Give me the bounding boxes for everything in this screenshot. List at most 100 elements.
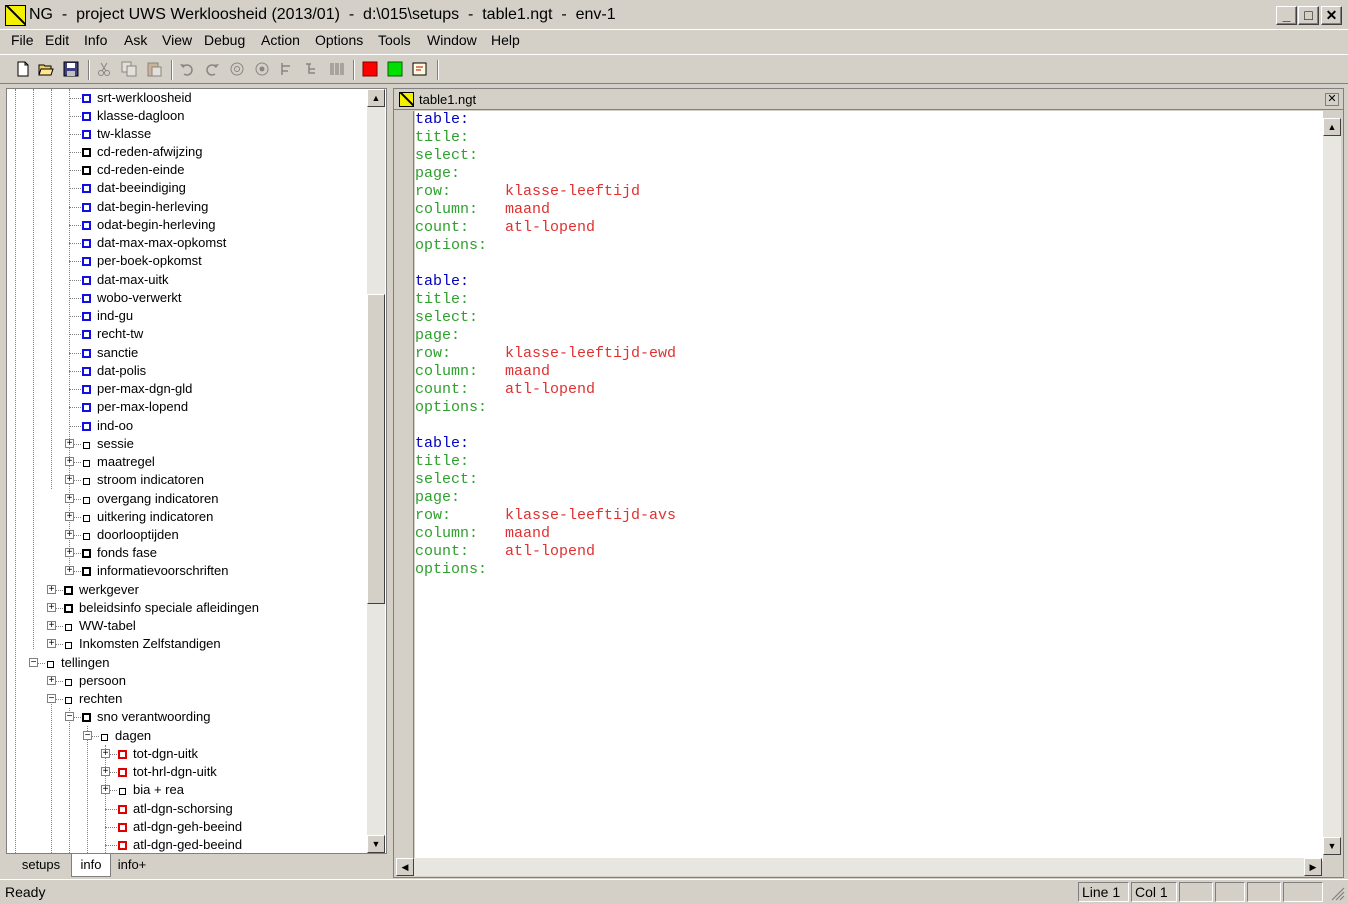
scroll-thumb[interactable] [367, 294, 385, 604]
resize-grip-icon[interactable] [1330, 886, 1345, 901]
tree-item[interactable]: per-boek-opkomst [82, 252, 202, 270]
tree-item[interactable]: fonds fase [82, 544, 157, 562]
editor-horizontal-scrollbar[interactable]: ◀ ▶ [396, 858, 1322, 876]
red-square-icon[interactable] [362, 61, 378, 77]
maximize-button[interactable]: □ [1298, 6, 1319, 25]
tree-expander-icon[interactable]: + [65, 494, 74, 504]
flow-icon[interactable] [279, 61, 295, 77]
tree-item[interactable]: informatievoorschriften [82, 562, 229, 580]
code-editor[interactable]: table: title: select: page: row: klasse-leeft… [415, 111, 1323, 861]
tree-expander-icon[interactable]: + [47, 603, 56, 613]
tree-item[interactable]: dat-max-uitk [82, 271, 169, 289]
menu-edit[interactable]: Edit [45, 32, 69, 48]
tree-item[interactable]: dat-begin-herleving [82, 198, 208, 216]
tree-item[interactable]: werkgever [64, 581, 139, 599]
tree-item[interactable]: persoon [64, 672, 126, 690]
tree-item[interactable]: dat-max-max-opkomst [82, 234, 226, 252]
tree-item[interactable]: bia + rea [118, 781, 184, 799]
tree-expander-icon[interactable]: + [47, 639, 56, 649]
save-icon[interactable] [63, 61, 79, 77]
tree-item[interactable]: tellingen [46, 654, 109, 672]
tree-item[interactable]: maatregel [82, 453, 155, 471]
tree-item[interactable]: uitkering indicatoren [82, 508, 213, 526]
tree-vertical-scrollbar[interactable]: ▲ ▼ [367, 89, 385, 853]
scroll-left-button[interactable]: ◀ [396, 858, 414, 876]
tree-item[interactable]: cd-reden-einde [82, 161, 184, 179]
tree-item[interactable]: atl-dgn-ged-beeind [118, 836, 242, 853]
editor-vertical-scrollbar[interactable]: ▲ ▼ [1323, 118, 1341, 855]
tree-item[interactable]: klasse-dagloon [82, 107, 184, 125]
tree-expander-icon[interactable]: + [101, 785, 110, 795]
menu-options[interactable]: Options [315, 32, 363, 48]
green-square-icon[interactable] [387, 61, 403, 77]
tree-expander-icon[interactable]: + [101, 749, 110, 759]
tree-item[interactable]: wobo-verwerkt [82, 289, 182, 307]
tree-expander-icon[interactable]: + [47, 621, 56, 631]
tree-expander-icon[interactable]: + [65, 457, 74, 467]
menu-info[interactable]: Info [84, 32, 107, 48]
tree-item[interactable]: dagen [100, 727, 151, 745]
scroll-down-button[interactable]: ▼ [1323, 837, 1341, 855]
tree-icon[interactable] [304, 61, 320, 77]
tab-setups[interactable]: setups [10, 856, 72, 876]
tree-item[interactable]: sanctie [82, 344, 138, 362]
tree-expander-icon[interactable]: + [101, 767, 110, 777]
menu-help[interactable]: Help [491, 32, 520, 48]
tree-item[interactable]: sno verantwoording [82, 708, 210, 726]
tree-expander-icon[interactable]: + [65, 439, 74, 449]
note-icon[interactable] [412, 61, 428, 77]
redo-icon[interactable] [204, 61, 220, 77]
tree-item[interactable]: doorlooptijden [82, 526, 179, 544]
tree-item[interactable]: ind-oo [82, 417, 133, 435]
menu-view[interactable]: View [162, 32, 192, 48]
tree-expander-icon[interactable]: + [47, 676, 56, 686]
tree-expander-icon[interactable]: + [65, 475, 74, 485]
tree-expander-icon[interactable]: − [65, 712, 74, 722]
tree-item[interactable]: Inkomsten Zelfstandigen [64, 635, 221, 653]
tree-expander-icon[interactable]: − [47, 694, 56, 704]
tree-item[interactable]: tot-dgn-uitk [118, 745, 198, 763]
app-icon[interactable] [5, 5, 26, 26]
tree-item[interactable]: sessie [82, 435, 134, 453]
tree-expander-icon[interactable]: − [29, 658, 38, 668]
tree-view[interactable]: srt-werkloosheid klasse-dagloon tw-klasse c… [6, 88, 387, 854]
undo-icon[interactable] [179, 61, 195, 77]
tab-info-plus[interactable]: info+ [111, 856, 153, 876]
document-close-button[interactable]: ✕ [1325, 93, 1339, 106]
tree-item[interactable]: dat-polis [82, 362, 146, 380]
tree-item[interactable]: cd-reden-afwijzing [82, 143, 203, 161]
tree-item[interactable]: dat-beeindiging [82, 179, 186, 197]
close-button[interactable]: ✕ [1321, 6, 1342, 25]
open-folder-icon[interactable] [38, 61, 54, 77]
menu-tools[interactable]: Tools [378, 32, 411, 48]
scroll-up-button[interactable]: ▲ [367, 89, 385, 107]
tree-item[interactable]: srt-werkloosheid [82, 89, 192, 107]
copy-icon[interactable] [121, 61, 137, 77]
tree-item[interactable]: tw-klasse [82, 125, 151, 143]
tree-item[interactable]: recht-tw [82, 325, 143, 343]
tree-item[interactable]: tot-hrl-dgn-uitk [118, 763, 217, 781]
tree-item[interactable]: rechten [64, 690, 122, 708]
tree-item[interactable]: overgang indicatoren [82, 490, 218, 508]
at-icon[interactable] [229, 61, 245, 77]
tree-item[interactable]: stroom indicatoren [82, 471, 204, 489]
tree-item[interactable]: per-max-lopend [82, 398, 188, 416]
new-file-icon[interactable] [15, 61, 31, 77]
scroll-down-button[interactable]: ▼ [367, 835, 385, 853]
tree-item[interactable]: WW-tabel [64, 617, 136, 635]
scroll-right-button[interactable]: ▶ [1304, 858, 1322, 876]
paste-icon[interactable] [146, 61, 162, 77]
tab-info[interactable]: info [71, 854, 111, 877]
tree-expander-icon[interactable]: + [65, 512, 74, 522]
tree-item[interactable]: ind-gu [82, 307, 133, 325]
tree-expander-icon[interactable]: + [47, 585, 56, 595]
tree-item[interactable]: per-max-dgn-gld [82, 380, 192, 398]
tree-expander-icon[interactable]: + [65, 530, 74, 540]
menu-window[interactable]: Window [427, 32, 477, 48]
tree-item[interactable]: atl-dgn-geh-beeind [118, 818, 242, 836]
tree-expander-icon[interactable]: + [65, 548, 74, 558]
minimize-button[interactable]: _ [1276, 6, 1297, 25]
menu-action[interactable]: Action [261, 32, 300, 48]
tree-item[interactable]: beleidsinfo speciale afleidingen [64, 599, 259, 617]
tree-expander-icon[interactable]: − [83, 731, 92, 741]
